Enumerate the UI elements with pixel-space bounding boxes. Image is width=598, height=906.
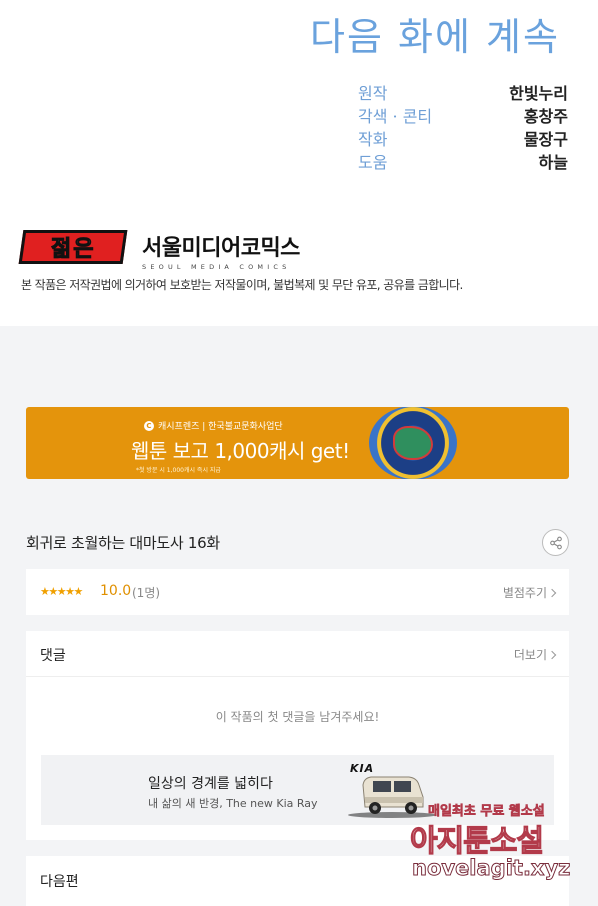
publisher-name: 서울미디어코믹스 (142, 236, 300, 261)
comments-more-button[interactable]: 더보기 (513, 646, 557, 663)
dragon-shape (393, 426, 433, 460)
chevron-right-icon (547, 588, 557, 598)
to-be-continued-text: 다음 화에 계속 (310, 15, 560, 59)
credit-name: 한빛누리 (509, 83, 568, 103)
credit-role: 각색 · 콘티 (358, 106, 433, 126)
publisher-logo-text: 젊은 (50, 237, 96, 263)
banner-sponsor: C 캐시프렌즈 | 한국불교문화사업단 (144, 419, 283, 432)
rating-card: ★★★★★ 10.0 (1명) 별점주기 (26, 569, 569, 615)
rating-count: (1명) (132, 586, 161, 600)
share-button[interactable] (542, 529, 569, 556)
ad-title: 일상의 경계를 넓히다 (148, 776, 273, 792)
publisher-logo: 젊은 (18, 230, 128, 264)
cashfriends-icon: C (144, 420, 154, 431)
star-rating-icon: ★★★★★ (40, 585, 83, 598)
comments-label: 댓글 (40, 648, 66, 664)
ad-subtitle: 내 삶의 새 반경, The new Kia Ray (148, 797, 318, 810)
watermark-site-name: 아지툰소설 (409, 823, 544, 859)
credit-role: 도움 (358, 152, 388, 172)
banner-title: 웹툰 보고 1,000캐시 get! (131, 439, 350, 463)
dragon-illustration-icon (369, 407, 457, 479)
episode-title: 회귀로 초월하는 대마도사 16화 (26, 534, 220, 552)
copyright-notice: 본 작품은 저작권법에 의거하여 보호받는 저작물이며, 불법복제 및 무단 유… (21, 278, 463, 292)
share-icon (549, 536, 562, 549)
webtoon-end-panel: 다음 화에 계속 원작 한빛누리 각색 · 콘티 홍창주 작화 물장구 도움 하… (0, 0, 598, 326)
banner-note: *첫 방문 시 1,000캐시 즉시 지급 (136, 467, 221, 474)
credit-role: 작화 (358, 129, 388, 149)
publisher-name-en: SEOUL MEDIA COMICS (142, 263, 291, 271)
publisher-wordmark: 서울미디어코믹스 SEOUL MEDIA COMICS (142, 230, 324, 271)
credit-row: 원작 한빛누리 (358, 80, 568, 103)
credit-role: 원작 (358, 83, 388, 103)
rating-score: 10.0 (100, 583, 132, 599)
credit-name: 하늘 (538, 152, 568, 172)
banner-sponsor-text: 캐시프렌즈 | 한국불교문화사업단 (158, 422, 283, 432)
rate-button[interactable]: 별점주기 (502, 584, 557, 601)
credit-name: 물장구 (523, 129, 568, 149)
credit-name: 홍창주 (523, 106, 568, 126)
next-episode-label: 다음편 (40, 874, 79, 890)
promo-banner[interactable]: C 캐시프렌즈 | 한국불교문화사업단 웹툰 보고 1,000캐시 get! *… (26, 407, 569, 479)
rate-button-label: 별점주기 (502, 586, 547, 600)
chevron-right-icon (547, 650, 557, 660)
credit-row: 도움 하늘 (358, 149, 568, 172)
watermark-url: novelagit.xyz (411, 856, 571, 881)
credit-row: 각색 · 콘티 홍창주 (358, 103, 568, 126)
comments-more-label: 더보기 (513, 648, 547, 662)
site-watermark: 매일최초 무료 웹소설 아지툰소설 novelagit.xyz (406, 798, 586, 898)
comments-header: 댓글 더보기 (26, 631, 569, 677)
credits-list: 원작 한빛누리 각색 · 콘티 홍창주 작화 물장구 도움 하늘 (358, 80, 568, 172)
credit-row: 작화 물장구 (358, 126, 568, 149)
comments-empty-message: 이 작품의 첫 댓글을 남겨주세요! (215, 710, 380, 724)
